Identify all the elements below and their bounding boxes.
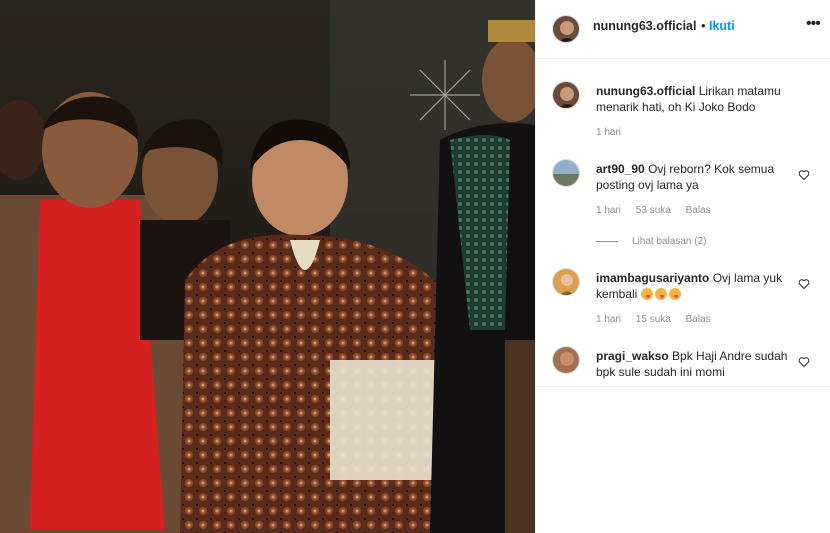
comments-list[interactable]: nunung63.official Lirikan matamu menarik… <box>536 59 830 386</box>
caption-avatar[interactable] <box>552 81 580 109</box>
view-replies-label: Lihat balasan (2) <box>632 236 707 247</box>
stage-photo-image <box>0 0 535 533</box>
comment-meta: 1 hari 15 suka Balas <box>596 314 723 325</box>
actions-divider <box>536 386 830 387</box>
commenter-avatar[interactable] <box>552 268 580 296</box>
emoji-icon <box>640 288 653 300</box>
caption-time[interactable]: 1 hari <box>596 127 621 138</box>
author-avatar[interactable] <box>552 15 580 43</box>
commenter-avatar[interactable] <box>552 346 580 374</box>
comment-username[interactable]: pragi_wakso <box>596 349 669 363</box>
comment-username[interactable]: art90_90 <box>596 162 645 176</box>
like-heart-icon[interactable] <box>798 278 810 290</box>
comment-text: imambagusariyanto Ovj lama yuk kembali <box>596 270 796 302</box>
comment-meta: 1 hari 53 suka Balas <box>596 205 723 216</box>
reply-button[interactable]: Balas <box>686 314 711 325</box>
comment-time[interactable]: 1 hari <box>596 314 621 325</box>
author-username[interactable]: nunung63.official <box>593 19 696 33</box>
post-side-panel: nunung63.official • Ikuti ••• nunung63.o… <box>535 0 830 533</box>
comment-time[interactable]: 1 hari <box>596 205 621 216</box>
like-heart-icon[interactable] <box>798 356 810 368</box>
replies-line <box>596 240 618 242</box>
separator-dot: • <box>701 18 706 33</box>
comment-text: art90_90 Ovj reborn? Kok semua posting o… <box>596 161 796 193</box>
comment-username[interactable]: imambagusariyanto <box>596 271 709 285</box>
caption-text: nunung63.official Lirikan matamu menarik… <box>596 83 796 115</box>
commenter-avatar[interactable] <box>552 159 580 187</box>
caption-username[interactable]: nunung63.official <box>596 84 695 98</box>
comment-text: pragi_wakso Bpk Haji Andre sudah bpk sul… <box>596 348 796 380</box>
comment-likes[interactable]: 53 suka <box>636 205 671 216</box>
emoji-icon <box>668 288 681 300</box>
caption-meta: 1 hari <box>596 127 633 138</box>
post-photo[interactable] <box>0 0 535 533</box>
post-header: nunung63.official • Ikuti ••• <box>536 0 830 59</box>
view-replies-button[interactable]: Lihat balasan (2) <box>596 236 707 247</box>
more-options-icon[interactable]: ••• <box>806 15 821 33</box>
follow-button[interactable]: Ikuti <box>709 19 735 33</box>
emoji-icon <box>654 288 667 300</box>
reply-button[interactable]: Balas <box>686 205 711 216</box>
comment-likes[interactable]: 15 suka <box>636 314 671 325</box>
like-heart-icon[interactable] <box>798 169 810 181</box>
